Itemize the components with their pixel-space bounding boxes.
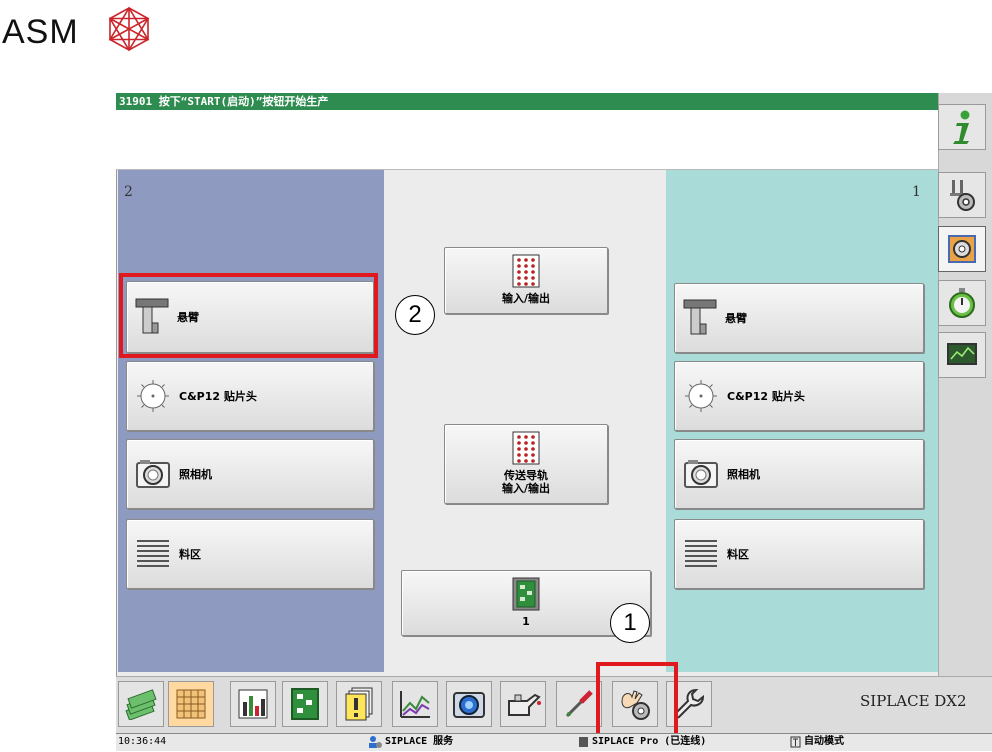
placement-head-icon	[685, 380, 717, 412]
machine-name: SIPLACE DX2	[860, 692, 967, 710]
money-icon	[125, 689, 157, 720]
toolbar-camera-button[interactable]	[446, 681, 492, 727]
gear-square-icon	[948, 235, 976, 263]
status-time: 10:36:44	[118, 736, 167, 747]
toolbar-grid-button[interactable]	[168, 681, 214, 727]
asm-logo-icon	[108, 6, 150, 52]
toolbar-barchart-button[interactable]	[230, 681, 276, 727]
conveyor-io-button[interactable]: 传送导轨 输入/输出	[444, 424, 608, 504]
status-service: SIPLACE 服务	[385, 736, 454, 747]
gantry-left-head-button[interactable]: C&P12 贴片头	[126, 361, 374, 431]
machine-setup-button[interactable]	[938, 226, 986, 272]
bar-chart-icon	[238, 689, 268, 719]
button-label: 料区	[179, 548, 201, 561]
io-button-label: 输入/输出	[501, 292, 551, 305]
feeder-area-icon	[685, 540, 717, 567]
board-label: 1	[522, 615, 530, 628]
pc-icon	[578, 736, 589, 748]
gantry-right-number: 1	[912, 184, 921, 200]
gantry-right-camera-button[interactable]: 照相机	[674, 439, 924, 509]
highlight-box-cantilever	[119, 273, 378, 358]
io-matrix-icon	[512, 431, 540, 465]
gantry-right-cantilever-button[interactable]: 悬臂	[674, 283, 924, 353]
button-label: C&P12 贴片头	[727, 390, 805, 403]
status-connection: SIPLACE Pro (已连线)	[592, 736, 707, 747]
toolbar-oil-button[interactable]	[500, 681, 546, 727]
pipette-icon	[565, 690, 593, 718]
gantry-left-camera-button[interactable]: 照相机	[126, 439, 374, 509]
toolbar-alert-button[interactable]	[336, 681, 382, 727]
grid-icon	[176, 689, 206, 719]
board-icon	[291, 688, 319, 720]
callout-1: 1	[610, 603, 650, 643]
button-label: 照相机	[179, 468, 212, 481]
status-bar	[116, 733, 992, 751]
info-button[interactable]	[938, 104, 986, 150]
camera-icon	[136, 460, 170, 488]
io-button[interactable]: 输入/输出	[444, 247, 608, 314]
conveyor-label-line1: 传送导轨	[504, 469, 548, 482]
message-area	[116, 110, 938, 170]
io-matrix-icon	[512, 254, 540, 288]
message-bar: 31901 按下“START(启动)”按钮开始生产	[116, 93, 938, 110]
head-setup-button[interactable]	[938, 172, 986, 218]
pcb-board-icon	[512, 577, 540, 611]
gantry-left-number: 2	[124, 184, 133, 200]
button-label: 料区	[727, 548, 749, 561]
line-chart-icon	[400, 691, 430, 718]
info-icon	[953, 110, 970, 144]
gantry-left-feeder-button[interactable]: 料区	[126, 519, 374, 589]
button-label: 悬臂	[725, 312, 747, 325]
timer-button[interactable]	[938, 280, 986, 326]
mode-icon	[790, 736, 801, 748]
placement-head-icon	[137, 380, 169, 412]
status-mode: 自动模式	[804, 736, 844, 747]
conveyor-label: 传送导轨 输入/输出	[502, 469, 550, 495]
conveyor-label-line2: 输入/输出	[501, 482, 551, 495]
camera-icon	[453, 692, 485, 718]
callout-2: 2	[395, 295, 435, 335]
head-gear-icon	[950, 180, 975, 211]
oil-can-icon	[508, 693, 541, 716]
toolbar-linechart-button[interactable]	[392, 681, 438, 727]
toolbar-money-button[interactable]	[118, 681, 164, 727]
toolbar-board-button[interactable]	[282, 681, 328, 727]
button-label: C&P12 贴片头	[179, 390, 257, 403]
cantilever-icon	[683, 299, 717, 335]
alert-list-icon	[345, 687, 373, 721]
gantry-right-head-button[interactable]: C&P12 贴片头	[674, 361, 924, 431]
service-user-icon	[368, 735, 382, 749]
gantry-right-feeder-button[interactable]: 料区	[674, 519, 924, 589]
button-label: 照相机	[727, 468, 760, 481]
feeder-area-icon	[137, 540, 169, 567]
camera-icon	[684, 460, 718, 488]
monitor-chart-icon	[947, 343, 977, 365]
stopwatch-icon	[949, 288, 975, 318]
highlight-box-service	[596, 662, 678, 739]
asm-logo-text: ASM	[2, 13, 79, 51]
monitor-button[interactable]	[938, 332, 986, 378]
